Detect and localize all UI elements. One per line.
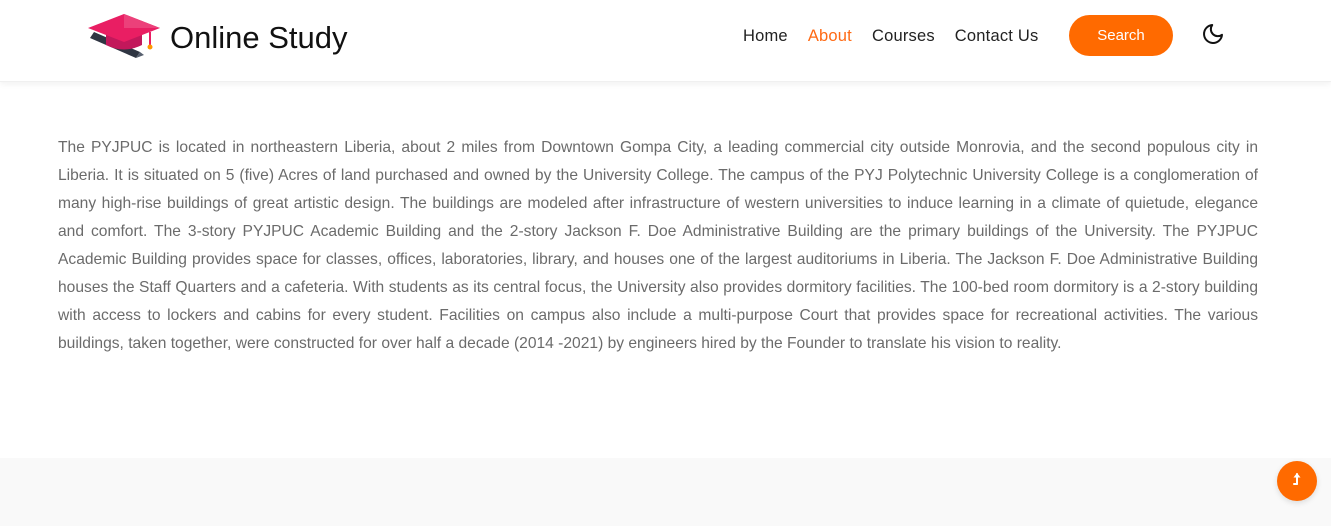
back-to-top-button[interactable] [1277, 461, 1317, 501]
nav-home[interactable]: Home [743, 27, 788, 46]
graduation-cap-icon [88, 12, 162, 62]
theme-toggle-button[interactable] [1200, 23, 1226, 49]
nav-contact-us[interactable]: Contact Us [955, 27, 1039, 46]
brand-name: Online Study [170, 19, 348, 55]
search-button[interactable]: Search [1069, 15, 1173, 56]
nav-about[interactable]: About [808, 27, 852, 46]
main-nav: Home About Courses Contact Us [743, 0, 1058, 72]
footer-band [0, 458, 1331, 526]
brand-logo-link[interactable]: Online Study [88, 12, 348, 62]
moon-icon [1201, 22, 1225, 51]
nav-courses[interactable]: Courses [872, 27, 935, 46]
arrow-up-icon [1290, 472, 1304, 491]
about-section: The PYJPUC is located in northeastern Li… [58, 134, 1258, 358]
about-paragraph: The PYJPUC is located in northeastern Li… [58, 139, 1258, 352]
site-header: Online Study Home About Courses Contact … [0, 0, 1331, 82]
